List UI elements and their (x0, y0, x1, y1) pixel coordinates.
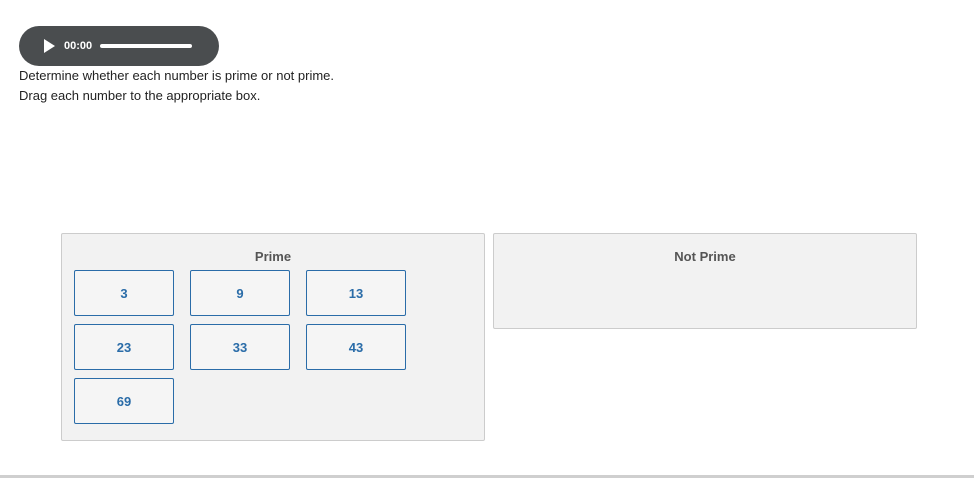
number-tile[interactable]: 23 (74, 324, 174, 370)
progress-slider[interactable] (100, 44, 192, 48)
not-prime-zone-title: Not Prime (674, 249, 736, 264)
number-tile[interactable]: 9 (190, 270, 290, 316)
number-tile[interactable]: 43 (306, 324, 406, 370)
prime-zone-title: Prime (254, 249, 292, 264)
time-display: 00:00 (64, 40, 93, 52)
play-icon (44, 39, 55, 53)
number-tile[interactable]: 13 (306, 270, 406, 316)
instruction-text: Drag each number to the appropriate box. (19, 88, 261, 103)
not-prime-drop-zone[interactable]: Not Prime (493, 233, 917, 329)
prime-drop-zone[interactable]: Prime 3 9 13 23 33 43 69 (61, 233, 485, 441)
number-tile[interactable]: 3 (74, 270, 174, 316)
number-tile[interactable]: 69 (74, 378, 174, 424)
audio-player: 00:00 (19, 26, 219, 66)
number-tile[interactable]: 33 (190, 324, 290, 370)
play-button[interactable] (41, 38, 57, 54)
instruction-text: Determine whether each number is prime o… (19, 68, 335, 83)
progress-fill (100, 44, 192, 48)
